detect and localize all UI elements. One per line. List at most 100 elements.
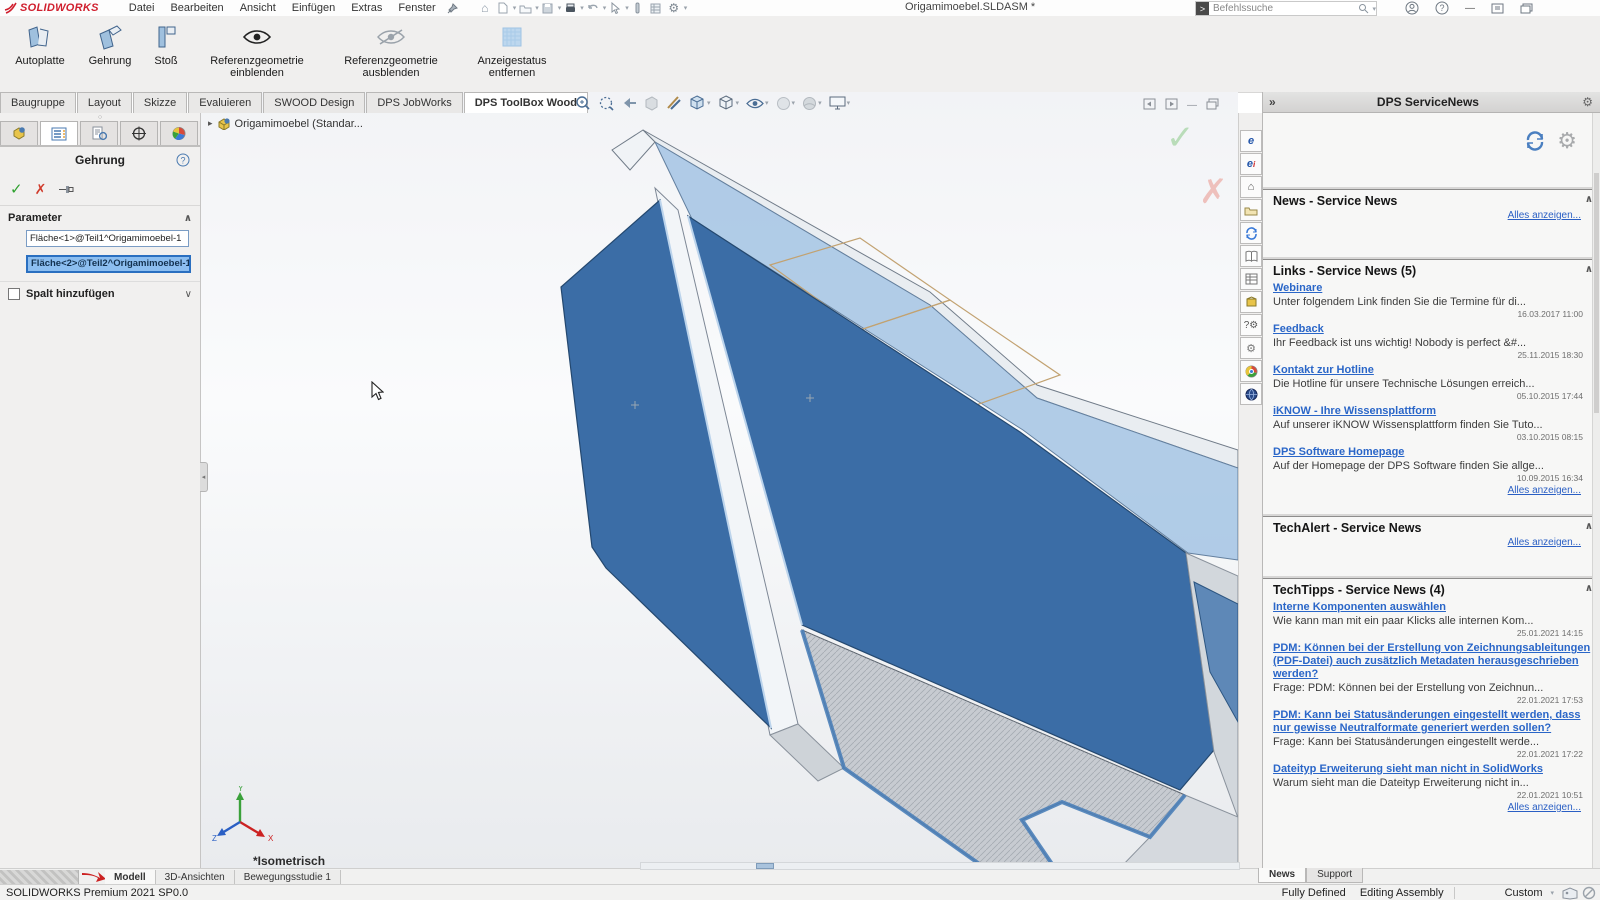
- attachment-icon[interactable]: [629, 1, 647, 15]
- pm-help-icon[interactable]: ?: [176, 153, 190, 167]
- save-icon[interactable]: [539, 1, 557, 15]
- stoss-button[interactable]: Stoß: [142, 16, 190, 67]
- pallet-box-icon[interactable]: [1240, 291, 1262, 313]
- dock-left-icon[interactable]: [1143, 98, 1156, 110]
- browser-icon[interactable]: [1240, 360, 1262, 382]
- news-item-link[interactable]: Interne Komponenten auswählen: [1273, 601, 1593, 614]
- collapse-icon[interactable]: ∧: [184, 213, 192, 224]
- tab-dps-toolbox-wood[interactable]: DPS ToolBox Wood: [464, 92, 588, 113]
- dps-swood-info-icon[interactable]: ei: [1240, 153, 1262, 175]
- news-item-link[interactable]: Dateityp Erweiterung sieht man nicht in …: [1273, 763, 1593, 776]
- tab-news[interactable]: News: [1258, 868, 1306, 883]
- new-document-icon[interactable]: [494, 1, 512, 15]
- menu-fenster[interactable]: Fenster: [390, 0, 443, 16]
- menu-bearbeiten[interactable]: Bearbeiten: [162, 0, 231, 16]
- dps-swood-icon[interactable]: e: [1240, 130, 1262, 152]
- display-state[interactable]: Custom: [1505, 887, 1543, 899]
- web-globe-icon[interactable]: [1240, 383, 1262, 405]
- expand-panel-icon[interactable]: »: [1263, 95, 1282, 109]
- refgeo-einblenden-button[interactable]: Referenzgeometrie einblenden: [190, 16, 324, 79]
- tab-dps-jobworks[interactable]: DPS JobWorks: [366, 92, 462, 113]
- news-item-link[interactable]: DPS Software Homepage: [1273, 446, 1593, 459]
- feature-tree-breadcrumb[interactable]: ▸ Origamimoebel (Standar...: [208, 117, 363, 130]
- spalt-row[interactable]: Spalt hinzufügen ∨: [0, 281, 200, 304]
- breadcrumb-arrow-icon[interactable]: ▸: [208, 118, 213, 129]
- tab-scroll-area[interactable]: [0, 870, 79, 885]
- face-selection-1[interactable]: Fläche<1>@Teil1^Origamimoebel-1: [26, 230, 189, 247]
- list-grid-icon[interactable]: [647, 1, 665, 15]
- design-library-folder-icon[interactable]: [1240, 199, 1262, 221]
- viewport-restore-icon[interactable]: [1206, 98, 1219, 110]
- tab-displaymanager[interactable]: [160, 121, 198, 145]
- show-all-link[interactable]: Alles anzeigen...: [1273, 537, 1593, 548]
- settings-gear-icon[interactable]: ⚙: [1240, 337, 1262, 359]
- display-style-icon[interactable]: ▾: [718, 95, 740, 111]
- menu-einfuegen[interactable]: Einfügen: [284, 0, 343, 16]
- parameter-section-header[interactable]: Parameter ∧: [0, 206, 200, 228]
- tab-swood-design[interactable]: SWOOD Design: [263, 92, 365, 113]
- tab-3d-ansichten[interactable]: 3D-Ansichten: [156, 870, 235, 885]
- tab-baugruppe[interactable]: Baugruppe: [0, 92, 76, 113]
- show-all-link[interactable]: Alles anzeigen...: [1273, 210, 1593, 221]
- anzeigestatus-button[interactable]: Anzeigestatus entfernen: [458, 16, 566, 79]
- select-cursor-icon[interactable]: [606, 1, 624, 15]
- scrollbar-thumb[interactable]: [756, 863, 774, 869]
- help-icon[interactable]: ?: [1435, 1, 1449, 15]
- tab-dimxpertmanager[interactable]: [120, 121, 158, 145]
- tab-skizze[interactable]: Skizze: [133, 92, 187, 113]
- tab-bewegungsstudie[interactable]: Bewegungsstudie 1: [235, 870, 341, 885]
- confirm-ok-button[interactable]: ✓: [1166, 118, 1195, 158]
- help-gear-icon[interactable]: ?⚙: [1240, 314, 1262, 336]
- restore-icon[interactable]: [1491, 3, 1504, 14]
- tab-featuremanager[interactable]: [0, 121, 38, 145]
- tab-modell[interactable]: Modell: [105, 870, 156, 885]
- autoplatte-button[interactable]: Autoplatte: [2, 16, 78, 67]
- expand-icon[interactable]: ∨: [185, 289, 192, 300]
- news-settings-gear-icon[interactable]: ⚙: [1557, 128, 1577, 154]
- status-circle-icon[interactable]: [1582, 886, 1596, 900]
- hide-show-items-icon[interactable]: ▾: [746, 97, 769, 110]
- open-icon[interactable]: [516, 1, 534, 15]
- news-item-link[interactable]: PDM: Kann bei Statusänderungen eingestel…: [1273, 709, 1593, 735]
- confirm-cancel-button[interactable]: ✗: [1199, 172, 1228, 212]
- refgeo-ausblenden-button[interactable]: Referenzgeometrie ausblenden: [324, 16, 458, 79]
- minimize-icon[interactable]: —: [1465, 3, 1475, 14]
- news-item-link[interactable]: iKNOW - Ihre Wissensplattform: [1273, 405, 1593, 418]
- viewport-minimize-icon[interactable]: —: [1187, 100, 1197, 111]
- face-selection-2[interactable]: Fläche<2>@Teil2^Origamimoebel-1: [26, 255, 191, 273]
- panel-splitter[interactable]: ○: [0, 113, 200, 121]
- news-item-link[interactable]: Kontakt zur Hotline: [1273, 364, 1593, 377]
- task-pane-scrollbar[interactable]: [1592, 113, 1600, 868]
- tab-evaluieren[interactable]: Evaluieren: [188, 92, 262, 113]
- resources-home-icon[interactable]: ⌂: [1240, 176, 1262, 198]
- panel-gear-icon[interactable]: ⚙: [1574, 95, 1600, 109]
- user-account-icon[interactable]: [1405, 1, 1419, 15]
- tag-icon[interactable]: [1562, 887, 1578, 900]
- zoom-fit-icon[interactable]: [575, 95, 591, 111]
- news-item-link[interactable]: Feedback: [1273, 323, 1593, 336]
- library-book-icon[interactable]: [1240, 245, 1262, 267]
- tab-support[interactable]: Support: [1306, 868, 1363, 883]
- news-item-link[interactable]: Webinare: [1273, 282, 1593, 295]
- pm-cancel-button[interactable]: ✗: [35, 181, 47, 198]
- options-gear-icon[interactable]: ⚙: [665, 1, 683, 15]
- viewport-horizontal-scrollbar[interactable]: [640, 862, 1240, 870]
- pin-menu-icon[interactable]: [444, 1, 462, 15]
- search-icon[interactable]: [1358, 3, 1369, 14]
- show-all-link[interactable]: Alles anzeigen...: [1273, 802, 1593, 813]
- pm-ok-button[interactable]: ✓: [10, 180, 23, 198]
- menu-extras[interactable]: Extras: [343, 0, 390, 16]
- zoom-area-icon[interactable]: [598, 95, 614, 111]
- panel-splitter-grip[interactable]: ◂: [200, 462, 208, 492]
- file-explorer-sync-icon[interactable]: [1240, 222, 1262, 244]
- print-icon[interactable]: [561, 1, 579, 15]
- view-orientation-icon[interactable]: ▾: [689, 95, 711, 111]
- gehrung-button[interactable]: Gehrung: [78, 16, 142, 67]
- previous-view-icon[interactable]: [621, 95, 637, 111]
- refresh-icon[interactable]: [1525, 131, 1545, 151]
- spalt-checkbox[interactable]: [8, 288, 20, 300]
- menu-datei[interactable]: Datei: [121, 0, 163, 16]
- tab-layout[interactable]: Layout: [77, 92, 132, 113]
- measure-tools-icon[interactable]: [666, 95, 682, 111]
- show-all-link[interactable]: Alles anzeigen...: [1273, 485, 1593, 496]
